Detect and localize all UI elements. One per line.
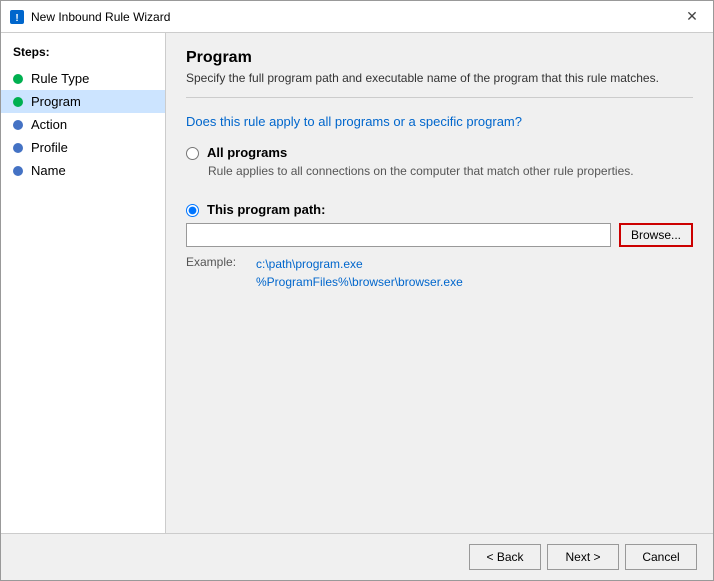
all-programs-title: All programs [207,145,287,160]
program-path-input[interactable] [186,223,611,247]
steps-label: Steps: [1,45,165,67]
close-button[interactable]: ✕ [679,4,705,30]
step-dot-rule-type [13,74,23,84]
sidebar-item-label: Rule Type [31,71,89,86]
example-paths: c:\path\program.exe %ProgramFiles%\brows… [256,255,463,291]
example-label: Example: [186,255,256,291]
all-programs-group: All programs Rule applies to all connect… [186,145,693,182]
footer: < Back Next > Cancel [1,533,713,580]
sidebar-item-program[interactable]: Program [1,90,165,113]
step-dot-program [13,97,23,107]
sidebar-item-label: Name [31,163,66,178]
sidebar-item-label: Profile [31,140,68,155]
sidebar-item-action[interactable]: Action [1,113,165,136]
example-path-1: c:\path\program.exe [256,255,463,273]
all-programs-radio[interactable] [186,147,199,160]
sidebar-item-name[interactable]: Name [1,159,165,182]
example-row: Example: c:\path\program.exe %ProgramFil… [186,255,693,291]
sidebar-item-label: Program [31,94,81,109]
this-program-radio[interactable] [186,204,199,217]
main-panel: Program Specify the full program path an… [166,33,713,533]
title-bar-text: New Inbound Rule Wizard [31,10,679,24]
this-program-title: This program path: [207,202,325,217]
question-text: Does this rule apply to all programs or … [186,114,693,129]
sidebar: Steps: Rule Type Program Action Profile … [1,33,166,533]
content-area: Steps: Rule Type Program Action Profile … [1,33,713,533]
step-dot-name [13,166,23,176]
svg-text:!: ! [15,13,18,24]
page-title: Program [186,49,693,67]
step-dot-action [13,120,23,130]
all-programs-label[interactable]: All programs [186,145,693,160]
sidebar-item-label: Action [31,117,67,132]
page-subtitle: Specify the full program path and execut… [186,71,693,98]
title-bar: ! New Inbound Rule Wizard ✕ [1,1,713,33]
cancel-button[interactable]: Cancel [625,544,697,570]
browse-button[interactable]: Browse... [619,223,693,247]
sidebar-item-profile[interactable]: Profile [1,136,165,159]
wizard-icon: ! [9,9,25,25]
path-input-row: Browse... [186,223,693,247]
all-programs-desc: Rule applies to all connections on the c… [208,164,693,178]
step-dot-profile [13,143,23,153]
example-path-2: %ProgramFiles%\browser\browser.exe [256,273,463,291]
next-button[interactable]: Next > [547,544,619,570]
wizard-window: ! New Inbound Rule Wizard ✕ Steps: Rule … [0,0,714,581]
sidebar-item-rule-type[interactable]: Rule Type [1,67,165,90]
this-program-label[interactable]: This program path: [186,202,693,217]
back-button[interactable]: < Back [469,544,541,570]
this-program-group: This program path: Browse... Example: c:… [186,202,693,291]
